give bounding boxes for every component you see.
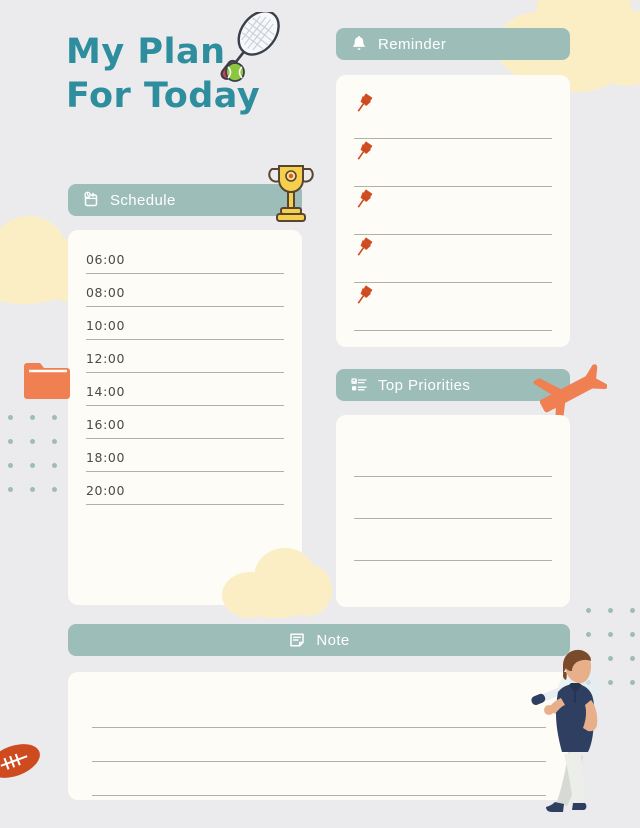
pushpin-icon bbox=[357, 237, 373, 256]
pushpin-icon bbox=[357, 141, 373, 160]
note-icon bbox=[288, 631, 306, 649]
schedule-time-slot[interactable]: 16:00 bbox=[86, 417, 284, 439]
schedule-time-slot[interactable]: 18:00 bbox=[86, 450, 284, 472]
dot-grid-right bbox=[586, 608, 640, 704]
reminder-card[interactable] bbox=[336, 75, 570, 347]
bell-icon bbox=[350, 35, 368, 53]
schedule-time-slot[interactable]: 14:00 bbox=[86, 384, 284, 406]
page-title-line-1: My Plan bbox=[66, 32, 226, 72]
pushpin-icon bbox=[357, 285, 373, 304]
reminder-section-label: Reminder bbox=[378, 35, 447, 53]
top-priorities-section-label: Top Priorities bbox=[378, 376, 471, 394]
calendar-clock-icon bbox=[82, 191, 100, 209]
schedule-time-slot[interactable]: 12:00 bbox=[86, 351, 284, 373]
folder-icon bbox=[24, 363, 70, 399]
note-card[interactable] bbox=[68, 672, 570, 800]
schedule-section-label: Schedule bbox=[110, 191, 176, 209]
schedule-time-slot[interactable]: 08:00 bbox=[86, 285, 284, 307]
note-section-label: Note bbox=[316, 631, 350, 649]
priority-line[interactable] bbox=[354, 477, 552, 519]
note-line[interactable] bbox=[92, 762, 546, 796]
reminder-row[interactable] bbox=[354, 139, 552, 187]
reminder-row[interactable] bbox=[354, 283, 552, 331]
schedule-time-slot[interactable]: 20:00 bbox=[86, 483, 284, 505]
priority-line[interactable] bbox=[354, 435, 552, 477]
reminder-section-header: Reminder bbox=[336, 28, 570, 60]
dot-grid-left bbox=[8, 415, 74, 511]
note-section-header: Note bbox=[68, 624, 570, 656]
checklist-icon bbox=[350, 376, 368, 394]
priority-line[interactable] bbox=[354, 519, 552, 561]
reminder-row[interactable] bbox=[354, 91, 552, 139]
football-icon bbox=[0, 744, 40, 778]
schedule-card[interactable]: 06:00 08:00 10:00 12:00 14:00 16:00 18:0… bbox=[68, 230, 302, 605]
note-line[interactable] bbox=[92, 694, 546, 728]
planner-page: My Plan For Today Reminder Schedule 06:0… bbox=[0, 0, 640, 828]
schedule-time-slot[interactable]: 06:00 bbox=[86, 252, 284, 274]
schedule-section-header: Schedule bbox=[68, 184, 302, 216]
page-title-line-2: For Today bbox=[66, 76, 261, 116]
top-priorities-section-header: Top Priorities bbox=[336, 369, 570, 401]
reminder-row[interactable] bbox=[354, 235, 552, 283]
reminder-row[interactable] bbox=[354, 187, 552, 235]
top-priorities-card[interactable] bbox=[336, 415, 570, 607]
schedule-time-slot[interactable]: 10:00 bbox=[86, 318, 284, 340]
page-title: My Plan For Today bbox=[66, 30, 306, 118]
note-line[interactable] bbox=[92, 728, 546, 762]
pushpin-icon bbox=[357, 93, 373, 112]
pushpin-icon bbox=[357, 189, 373, 208]
